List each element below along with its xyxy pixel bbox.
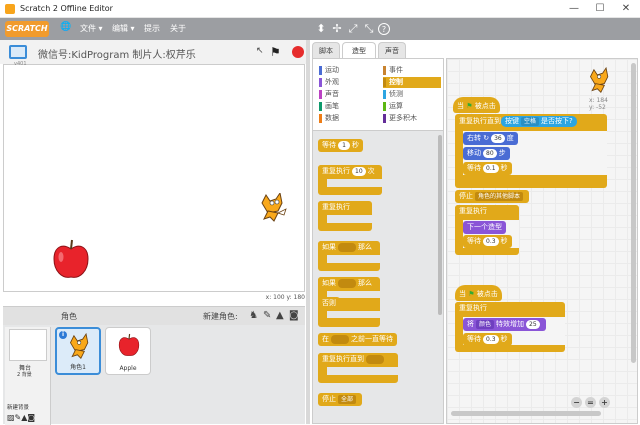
- block-palette: 运动 事件 外观 控制 声音 侦测 画笔 运算 数据 更多积木 等待 1 秒 重复执…: [312, 58, 444, 424]
- mouse-coordinates: x: 100 y: 180: [265, 294, 305, 301]
- window-title: Scratch 2 Offline Editor: [20, 4, 113, 13]
- category-sensing[interactable]: 侦测: [383, 89, 441, 100]
- apple-thumb-icon: [118, 333, 140, 356]
- grow-icon[interactable]: ⤢: [346, 22, 360, 36]
- scripts-vertical-scrollbar[interactable]: [631, 63, 636, 363]
- app-icon: [5, 4, 15, 14]
- next-costume-block[interactable]: 下一个造型: [463, 221, 506, 234]
- language-globe-icon[interactable]: 🌐: [60, 22, 71, 32]
- new-backdrop-label: 新建背景: [7, 405, 30, 411]
- palette-else-label: 否则: [318, 297, 340, 310]
- zoom-in-button[interactable]: +: [599, 397, 610, 408]
- wait-block[interactable]: 等待 0.3 秒: [463, 235, 512, 248]
- sprite-position: x: 184 y: -52: [589, 97, 608, 111]
- category-events[interactable]: 事件: [383, 65, 441, 76]
- palette-wait-block[interactable]: 等待 1 秒: [318, 139, 363, 152]
- tab-costumes[interactable]: 造型: [342, 42, 376, 58]
- when-flag-clicked-block[interactable]: 当 ⚑ 被点击: [453, 97, 500, 113]
- category-operators[interactable]: 运算: [383, 101, 441, 112]
- duplicate-stamp-icon[interactable]: ⬍: [314, 22, 328, 36]
- change-effect-block[interactable]: 将颜色 特效增加 25: [463, 318, 546, 331]
- sprite-pane: 角色 新建角色: ♞ ✎ ▲ ◙ 舞台 2 背景 新建背景 ▨✎▲◙ i 角色1…: [3, 306, 305, 425]
- palette-scrollbar[interactable]: [438, 135, 442, 315]
- info-icon[interactable]: i: [59, 331, 67, 339]
- category-list: 运动 事件 外观 控制 声音 侦测 画笔 运算 数据 更多积木: [313, 59, 443, 131]
- category-data[interactable]: 数据: [319, 113, 377, 124]
- sprites-heading: 角色: [61, 312, 77, 321]
- new-sprite-label: 新建角色:: [203, 312, 238, 321]
- sprite-thumb-apple[interactable]: Apple: [105, 327, 151, 375]
- wait-block[interactable]: 等待 0.1 秒: [463, 162, 512, 175]
- sprite-thumb-cat[interactable]: i 角色1: [55, 327, 101, 375]
- palette-blocks: 等待 1 秒 重复执行 10 次 重复执行 如果 那么 如果 那么 否则 在之前一直等待 重…: [313, 131, 443, 423]
- fullscreen-icon[interactable]: [9, 45, 27, 59]
- sprite-name: 角色1: [70, 364, 86, 371]
- category-looks[interactable]: 外观: [319, 77, 377, 88]
- green-flag-icon[interactable]: ⚑: [270, 45, 281, 59]
- zoom-out-button[interactable]: −: [571, 397, 582, 408]
- turn-right-block[interactable]: 右转 ↻ 36 度: [463, 132, 518, 145]
- when-flag-clicked-block[interactable]: 当 ⚑ 被点击: [455, 285, 502, 301]
- file-menu[interactable]: 文件 ▾: [80, 23, 103, 34]
- tab-sounds[interactable]: 声音: [378, 42, 406, 58]
- current-sprite-cat-icon: [589, 67, 609, 93]
- palette-forever-label: 重复执行: [318, 201, 354, 214]
- camera-sprite-icon[interactable]: ◙: [289, 310, 299, 321]
- help-icon[interactable]: ?: [378, 23, 390, 35]
- stop-sign-icon[interactable]: [292, 46, 304, 58]
- cat-thumb-icon: [69, 333, 89, 359]
- menu-bar: SCRATCH 🌐 文件 ▾ 编辑 ▾ 提示 关于 ⬍ ✢ ⤢ ⤡ ?: [0, 18, 640, 40]
- forever-label: 重复执行: [455, 205, 491, 218]
- stage-thumbnail[interactable]: [9, 329, 47, 361]
- sprite-name: Apple: [119, 365, 137, 372]
- edit-menu[interactable]: 编辑 ▾: [112, 23, 135, 34]
- palette-wait-until-block[interactable]: 在之前一直等待: [318, 333, 397, 346]
- cat-sprite[interactable]: [258, 193, 288, 223]
- maximize-button[interactable]: ☐: [592, 3, 608, 14]
- project-name[interactable]: 微信号:KidProgram 制片人:权芹乐: [38, 46, 196, 61]
- stage-canvas[interactable]: v401: [3, 61, 305, 292]
- version-label: v401: [14, 61, 27, 67]
- category-pen[interactable]: 画笔: [319, 101, 377, 112]
- backdrop-count: 2 背景: [17, 372, 32, 378]
- paint-new-sprite-icon[interactable]: ✎: [263, 310, 271, 321]
- pane-divider: [306, 40, 310, 424]
- sprite-pane-header: 角色 新建角色: ♞ ✎ ▲ ◙: [3, 307, 305, 325]
- minimize-button[interactable]: —: [566, 3, 582, 14]
- repeat-until-label: 重复执行直到 按键 空格 是否按下?: [455, 115, 581, 128]
- key-pressed-condition[interactable]: 按键 空格 是否按下?: [501, 116, 577, 127]
- stop-other-scripts-block[interactable]: 停止 角色的其他脚本: [455, 190, 530, 203]
- scripts-horizontal-scrollbar[interactable]: [451, 411, 601, 416]
- apple-sprite[interactable]: [52, 237, 90, 281]
- editor-tabs: 脚本 造型 声音: [312, 42, 442, 58]
- category-control[interactable]: 控制: [383, 77, 441, 88]
- delete-scissors-icon[interactable]: ✢: [330, 22, 344, 36]
- zoom-reset-button[interactable]: =: [585, 397, 596, 408]
- tips-menu[interactable]: 提示: [144, 23, 160, 34]
- scripts-area[interactable]: x: 184 y: -52 当 ⚑ 被点击 重复执行直到 按键 空格 是否按下? 右转 …: [446, 58, 638, 424]
- palette-if-else-label: 如果 那么: [318, 277, 376, 290]
- scratch-logo[interactable]: SCRATCH: [5, 21, 49, 37]
- wait-block[interactable]: 等待 0.3 秒: [463, 333, 512, 346]
- upload-sprite-icon[interactable]: ▲: [276, 310, 284, 321]
- close-button[interactable]: ✕: [618, 3, 634, 14]
- palette-stop-block[interactable]: 停止 全部: [318, 393, 363, 406]
- tab-scripts[interactable]: 脚本: [312, 42, 340, 58]
- palette-if-label: 如果 那么: [318, 241, 376, 254]
- category-more-blocks[interactable]: 更多积木: [383, 113, 441, 124]
- backdrop-tools-icon[interactable]: ▨✎▲◙: [7, 413, 35, 422]
- palette-repeat-label: 重复执行 10 次: [318, 165, 379, 178]
- forever-label: 重复执行: [455, 302, 491, 315]
- stage-header: 微信号:KidProgram 制片人:权芹乐 ↖ ⚑: [0, 40, 308, 64]
- cursor-icon: ↖: [256, 46, 264, 56]
- category-motion[interactable]: 运动: [319, 65, 377, 76]
- palette-repeat-until-label: 重复执行直到: [318, 353, 390, 366]
- title-bar: Scratch 2 Offline Editor — ☐ ✕: [0, 0, 640, 18]
- choose-sprite-library-icon[interactable]: ♞: [249, 310, 258, 321]
- shrink-icon[interactable]: ⤡: [362, 22, 376, 36]
- stage-thumbnail-panel[interactable]: 舞台 2 背景 新建背景 ▨✎▲◙: [5, 327, 51, 425]
- move-steps-block[interactable]: 移动 80 步: [463, 147, 510, 160]
- category-sound[interactable]: 声音: [319, 89, 377, 100]
- about-menu[interactable]: 关于: [170, 23, 186, 34]
